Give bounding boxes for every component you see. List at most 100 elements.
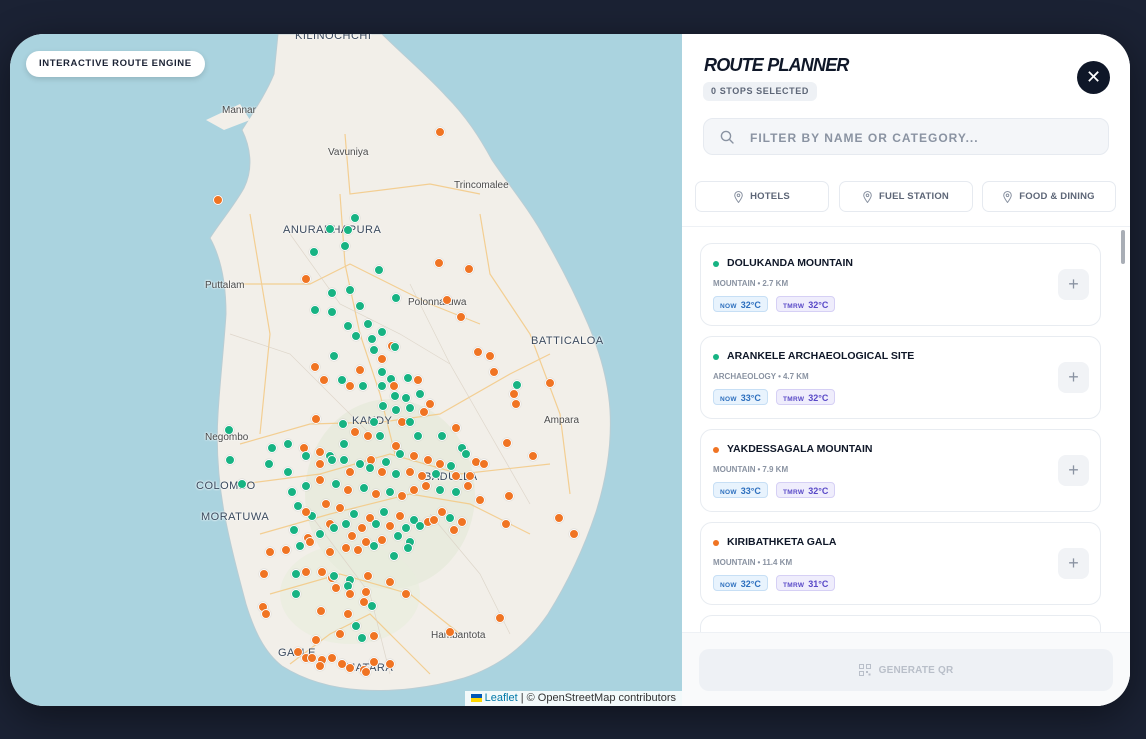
map-marker[interactable] <box>341 519 351 529</box>
add-stop-button[interactable]: + <box>1058 269 1089 300</box>
map-marker[interactable] <box>261 609 271 619</box>
map-marker[interactable] <box>475 495 485 505</box>
map-marker[interactable] <box>335 503 345 513</box>
map-marker[interactable] <box>317 567 327 577</box>
map-marker[interactable] <box>295 541 305 551</box>
map-marker[interactable] <box>327 455 337 465</box>
map-marker[interactable] <box>350 213 360 223</box>
map-marker[interactable] <box>435 459 445 469</box>
map-marker[interactable] <box>446 461 456 471</box>
map-marker[interactable] <box>315 661 325 671</box>
map-marker[interactable] <box>369 417 379 427</box>
map-marker[interactable] <box>528 451 538 461</box>
map-marker[interactable] <box>315 447 325 457</box>
map-marker[interactable] <box>395 511 405 521</box>
map-marker[interactable] <box>311 414 321 424</box>
map-marker[interactable] <box>381 457 391 467</box>
map-marker[interactable] <box>319 375 329 385</box>
map-marker[interactable] <box>395 449 405 459</box>
map-marker[interactable] <box>445 627 455 637</box>
map-marker[interactable] <box>489 367 499 377</box>
map-marker[interactable] <box>401 393 411 403</box>
map-marker[interactable] <box>437 431 447 441</box>
place-card[interactable]: KIRIBATHKETA GALA MOUNTAIN • 11.4 KM NOW 32… <box>700 522 1101 605</box>
map-marker[interactable] <box>321 499 331 509</box>
place-list[interactable]: DOLUKANDA MOUNTAIN MOUNTAIN • 2.7 KM NOW 32… <box>682 227 1130 632</box>
map-marker[interactable] <box>385 521 395 531</box>
map-marker[interactable] <box>569 529 579 539</box>
map-marker[interactable] <box>451 471 461 481</box>
map-marker[interactable] <box>340 241 350 251</box>
map-marker[interactable] <box>359 483 369 493</box>
map-marker[interactable] <box>415 521 425 531</box>
map-marker[interactable] <box>371 489 381 499</box>
map-marker[interactable] <box>409 485 419 495</box>
map-marker[interactable] <box>451 423 461 433</box>
map-marker[interactable] <box>301 567 311 577</box>
map-marker[interactable] <box>363 319 373 329</box>
map-marker[interactable] <box>434 258 444 268</box>
search-input[interactable] <box>748 119 1092 156</box>
map-marker[interactable] <box>375 431 385 441</box>
map-marker[interactable] <box>449 525 459 535</box>
map-marker[interactable] <box>405 403 415 413</box>
add-stop-button[interactable]: + <box>1058 548 1089 579</box>
map-marker[interactable] <box>473 347 483 357</box>
generate-qr-button[interactable]: GENERATE QR <box>699 649 1113 691</box>
map-marker[interactable] <box>355 365 365 375</box>
map-marker[interactable] <box>343 225 353 235</box>
map-marker[interactable] <box>310 362 320 372</box>
close-button[interactable]: ✕ <box>1077 61 1110 94</box>
map-marker[interactable] <box>289 525 299 535</box>
map-marker[interactable] <box>431 469 441 479</box>
map-marker[interactable] <box>385 487 395 497</box>
map-marker[interactable] <box>345 589 355 599</box>
map-marker[interactable] <box>224 425 234 435</box>
map-marker[interactable] <box>301 481 311 491</box>
filter-hotels[interactable]: HOTELS <box>695 181 829 212</box>
map-marker[interactable] <box>361 587 371 597</box>
map-marker[interactable] <box>311 635 321 645</box>
map-marker[interactable] <box>369 631 379 641</box>
map-marker[interactable] <box>365 463 375 473</box>
map-marker[interactable] <box>259 569 269 579</box>
map-marker[interactable] <box>338 419 348 429</box>
map-marker[interactable] <box>413 431 423 441</box>
map-marker[interactable] <box>329 523 339 533</box>
map-marker[interactable] <box>374 265 384 275</box>
map-marker[interactable] <box>393 531 403 541</box>
place-card[interactable] <box>700 615 1101 632</box>
map-marker[interactable] <box>335 629 345 639</box>
map-marker[interactable] <box>316 606 326 616</box>
map-marker[interactable] <box>464 264 474 274</box>
map-marker[interactable] <box>417 471 427 481</box>
map-marker[interactable] <box>465 471 475 481</box>
map-marker[interactable] <box>315 529 325 539</box>
map-marker[interactable] <box>359 597 369 607</box>
map-marker[interactable] <box>331 583 341 593</box>
map-marker[interactable] <box>331 479 341 489</box>
map-marker[interactable] <box>301 507 311 517</box>
map-view[interactable]: KILINOCHCHI Mannar Vavuniya Trincomalee … <box>10 34 682 706</box>
map-marker[interactable] <box>391 405 401 415</box>
map-marker[interactable] <box>451 487 461 497</box>
map-marker[interactable] <box>339 455 349 465</box>
place-card[interactable]: DOLUKANDA MOUNTAIN MOUNTAIN • 2.7 KM NOW 32… <box>700 243 1101 326</box>
map-marker[interactable] <box>509 389 519 399</box>
map-marker[interactable] <box>213 195 223 205</box>
map-marker[interactable] <box>385 577 395 587</box>
map-marker[interactable] <box>495 613 505 623</box>
map-marker[interactable] <box>415 389 425 399</box>
map-marker[interactable] <box>325 547 335 557</box>
map-marker[interactable] <box>343 485 353 495</box>
map-marker[interactable] <box>369 657 379 667</box>
leaflet-link[interactable]: Leaflet <box>485 692 518 704</box>
map-marker[interactable] <box>377 367 387 377</box>
map-marker[interactable] <box>291 589 301 599</box>
map-marker[interactable] <box>390 391 400 401</box>
map-marker[interactable] <box>325 224 335 234</box>
map-marker[interactable] <box>345 381 355 391</box>
map-marker[interactable] <box>391 469 401 479</box>
map-marker[interactable] <box>504 491 514 501</box>
map-marker[interactable] <box>378 401 388 411</box>
